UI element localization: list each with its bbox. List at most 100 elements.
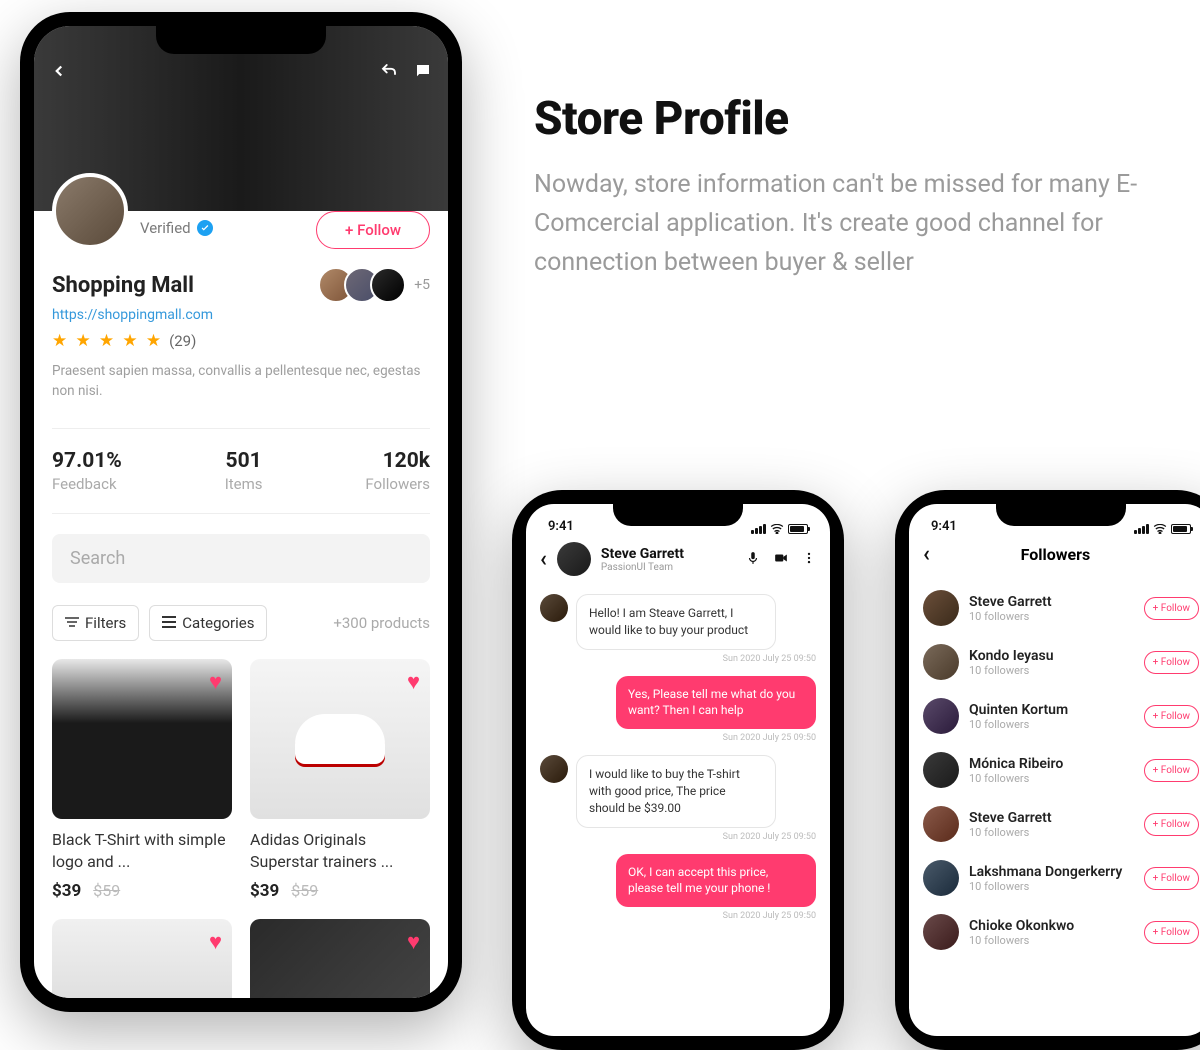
- heart-icon[interactable]: ♥: [407, 669, 420, 695]
- product-card[interactable]: ♥ Black T-Shirt with simple logo and ...…: [52, 659, 232, 902]
- product-card[interactable]: ♥: [52, 919, 232, 998]
- hero-subtitle: Nowday, store information can't be misse…: [534, 166, 1154, 282]
- message-bubble-in: I would like to buy the T-shirt with goo…: [576, 755, 776, 827]
- device-notch: [156, 26, 326, 54]
- product-title: Adidas Originals Superstar trainers ...: [250, 829, 430, 874]
- phone-chat: 9:41 ‹ Steve Garrett PassionUI Team: [512, 490, 844, 1050]
- chat-header: ‹ Steve Garrett PassionUI Team: [526, 534, 830, 584]
- follow-button[interactable]: + Follow: [1144, 705, 1199, 728]
- store-body: Verified + Follow Shopping Mall +5 https…: [34, 211, 448, 998]
- follower-list[interactable]: Steve Garrett 10 followers + Follow Kond…: [909, 575, 1200, 965]
- store-name: Shopping Mall: [52, 273, 194, 298]
- signal-icon: [1134, 524, 1149, 534]
- back-icon[interactable]: ‹: [540, 547, 547, 572]
- follower-plus-count: +5: [414, 277, 430, 293]
- phone-store-profile: Verified + Follow Shopping Mall +5 https…: [20, 12, 462, 1012]
- follower-name: Steve Garrett: [969, 594, 1052, 610]
- product-card[interactable]: ♥: [250, 919, 430, 998]
- follower-item[interactable]: Mónica Ribeiro 10 followers + Follow: [923, 743, 1199, 797]
- follower-item[interactable]: Kondo Ieyasu 10 followers + Follow: [923, 635, 1199, 689]
- follower-sub: 10 followers: [969, 934, 1074, 947]
- more-icon[interactable]: [802, 550, 816, 569]
- product-price: $39: [250, 881, 279, 901]
- follower-sub: 10 followers: [969, 772, 1063, 785]
- follower-avatar: [923, 914, 959, 950]
- signal-icon: [751, 524, 766, 534]
- product-title: Black T-Shirt with simple logo and ...: [52, 829, 232, 874]
- follower-item[interactable]: Steve Garrett 10 followers + Follow: [923, 797, 1199, 851]
- battery-icon: [1171, 524, 1191, 534]
- follower-name: Lakshmana Dongerkerry: [969, 864, 1122, 880]
- battery-icon: [788, 524, 808, 534]
- stat-feedback[interactable]: 97.01% Feedback: [52, 449, 122, 493]
- follower-name: Chioke Okonkwo: [969, 918, 1074, 934]
- chat-body[interactable]: Hello! I am Steave Garrett, I would like…: [526, 584, 830, 943]
- stat-items[interactable]: 501 Items: [225, 449, 263, 493]
- follower-avatars-stack[interactable]: +5: [328, 267, 430, 303]
- hero-text-block: Store Profile Nowday, store information …: [534, 92, 1154, 282]
- status-time: 9:41: [931, 519, 957, 534]
- categories-icon: [162, 614, 176, 632]
- follower-name: Quinten Kortum: [969, 702, 1068, 718]
- follower-item[interactable]: Lakshmana Dongerkerry 10 followers + Fol…: [923, 851, 1199, 905]
- video-icon[interactable]: [774, 550, 788, 569]
- follow-button[interactable]: + Follow: [1144, 759, 1199, 782]
- product-image: ♥: [52, 659, 232, 819]
- follower-avatar: [923, 860, 959, 896]
- back-icon[interactable]: ‹: [923, 542, 930, 567]
- product-card[interactable]: ♥ Adidas Originals Superstar trainers ..…: [250, 659, 430, 902]
- back-icon[interactable]: [50, 62, 68, 84]
- product-image: ♥: [52, 919, 232, 998]
- follower-item[interactable]: Chioke Okonkwo 10 followers + Follow: [923, 905, 1199, 959]
- follower-item[interactable]: Steve Garrett 10 followers + Follow: [923, 581, 1199, 635]
- message-avatar: [540, 594, 568, 622]
- follow-button[interactable]: + Follow: [1144, 651, 1199, 674]
- filters-button[interactable]: Filters: [52, 605, 139, 641]
- mic-icon[interactable]: [746, 550, 760, 569]
- stat-followers[interactable]: 120k Followers: [365, 449, 430, 493]
- store-avatar[interactable]: [52, 173, 128, 249]
- verified-label: Verified: [140, 219, 191, 237]
- device-notch: [996, 504, 1126, 526]
- hero-title: Store Profile: [534, 92, 1154, 146]
- wifi-icon: [770, 524, 784, 534]
- chat-icon[interactable]: [414, 62, 432, 84]
- follower-name: Kondo Ieyasu: [969, 648, 1054, 664]
- store-description: Praesent sapien massa, convallis a pelle…: [52, 361, 430, 402]
- product-image: ♥: [250, 659, 430, 819]
- follow-button[interactable]: + Follow: [316, 211, 430, 249]
- heart-icon[interactable]: ♥: [209, 929, 222, 955]
- follower-sub: 10 followers: [969, 880, 1122, 893]
- chat-contact-name: Steve Garrett: [601, 546, 684, 562]
- categories-button[interactable]: Categories: [149, 605, 267, 641]
- follow-button[interactable]: + Follow: [1144, 921, 1199, 944]
- stats-row: 97.01% Feedback 501 Items 120k Followers: [52, 428, 430, 514]
- product-price: $39: [52, 881, 81, 901]
- share-icon[interactable]: [380, 62, 398, 84]
- wifi-icon: [1153, 524, 1167, 534]
- store-url[interactable]: https://shoppingmall.com: [52, 307, 430, 323]
- follower-avatar: [923, 698, 959, 734]
- follower-item[interactable]: Quinten Kortum 10 followers + Follow: [923, 689, 1199, 743]
- follow-button[interactable]: + Follow: [1144, 867, 1199, 890]
- heart-icon[interactable]: ♥: [407, 929, 420, 955]
- filters-icon: [65, 614, 79, 632]
- heart-icon[interactable]: ♥: [209, 669, 222, 695]
- star-rating-icon: ★ ★ ★ ★ ★: [52, 331, 163, 351]
- search-input[interactable]: Search: [52, 534, 430, 583]
- follower-avatar: [923, 644, 959, 680]
- message-timestamp: Sun 2020 July 25 09:50: [540, 733, 816, 743]
- verified-badge-icon: [197, 220, 213, 236]
- device-notch: [613, 504, 743, 526]
- product-price-old: $59: [93, 881, 120, 900]
- follow-button[interactable]: + Follow: [1144, 597, 1199, 620]
- message-bubble-out: OK, I can accept this price, please tell…: [616, 854, 816, 908]
- follow-button[interactable]: + Follow: [1144, 813, 1199, 836]
- follower-sub: 10 followers: [969, 610, 1052, 623]
- message-timestamp: Sun 2020 July 25 09:50: [540, 911, 816, 921]
- follower-avatar: [370, 267, 406, 303]
- chat-avatar[interactable]: [557, 542, 591, 576]
- status-time: 9:41: [548, 519, 574, 534]
- follower-avatar: [923, 806, 959, 842]
- message-timestamp: Sun 2020 July 25 09:50: [540, 832, 816, 842]
